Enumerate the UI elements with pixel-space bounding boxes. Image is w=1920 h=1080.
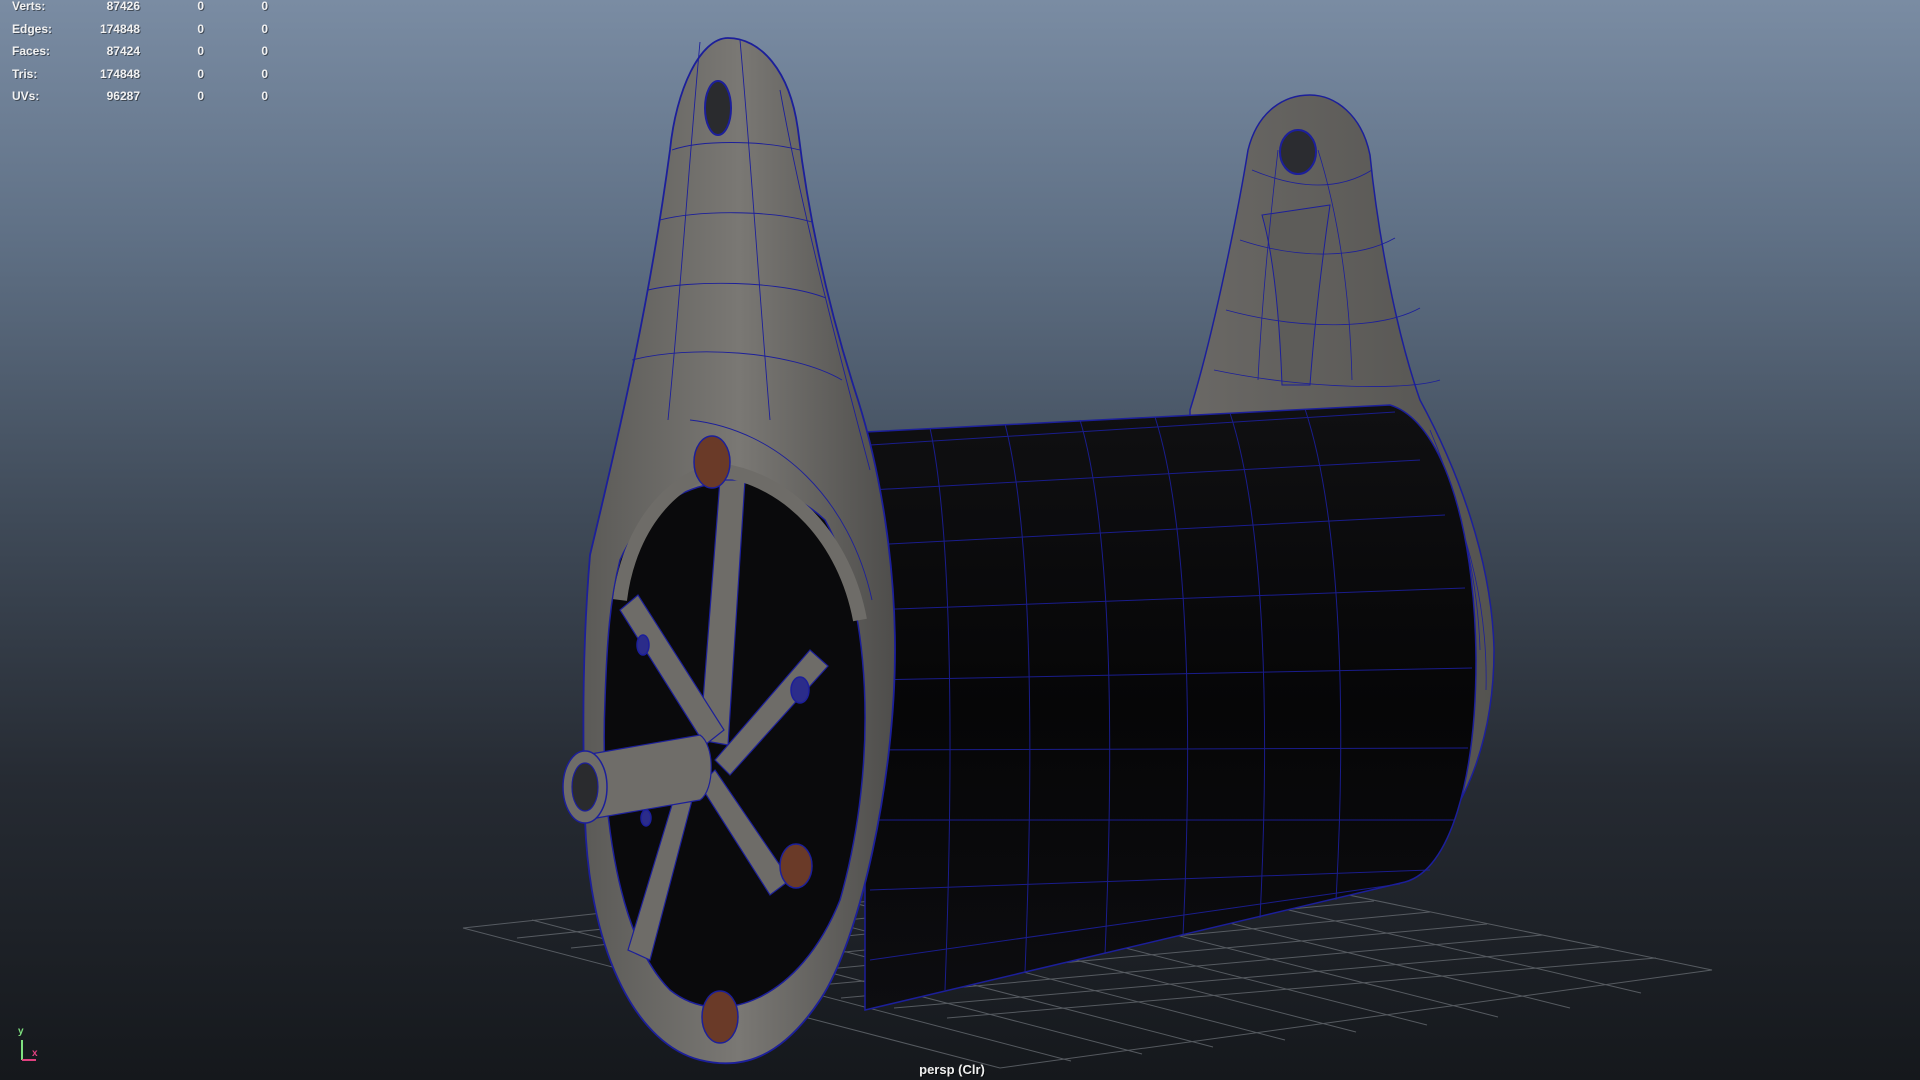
- hud-value-selected: 0: [197, 44, 204, 59]
- axis-y-label: y: [18, 1026, 24, 1037]
- hud-value-total: 96287: [106, 89, 140, 104]
- poly-count-hud: Verts: 87426 0 0 Edges: 174848 0 0 Faces…: [12, 0, 272, 113]
- hud-label: UVs:: [12, 89, 40, 104]
- hud-value-total: 174848: [99, 21, 140, 36]
- hud-value-components: 0: [261, 21, 268, 36]
- hud-label: Edges:: [12, 21, 53, 36]
- hud-row-tris: Tris: 174848 0 0: [12, 66, 272, 91]
- hud-value-total: 174848: [99, 66, 140, 81]
- hud-row-uvs: UVs: 96287 0 0: [12, 90, 272, 113]
- hud-value-selected: 0: [197, 0, 204, 13]
- viewport-persp[interactable]: Verts: 87426 0 0 Edges: 174848 0 0 Faces…: [0, 0, 1920, 1080]
- axis-x-label: x: [32, 1048, 38, 1059]
- hud-value-total: 87424: [106, 44, 140, 59]
- front-mounting-plate: [562, 37, 896, 1065]
- hud-value-components: 0: [261, 89, 268, 104]
- hud-row-edges: Edges: 174848 0 0: [12, 21, 272, 46]
- hud-label: Faces:: [12, 44, 51, 59]
- camera-name-label: persp (Clr): [919, 1062, 985, 1077]
- hud-label: Tris:: [12, 66, 38, 81]
- hud-row-verts: Verts: 87426 0 0: [12, 0, 272, 23]
- hud-value-selected: 0: [197, 89, 204, 104]
- axis-gizmo-icon: y x: [12, 1024, 52, 1064]
- hud-value-components: 0: [261, 0, 268, 13]
- scene-canvas[interactable]: [0, 0, 1920, 1080]
- hud-value-components: 0: [261, 66, 268, 81]
- hud-value-components: 0: [261, 44, 268, 59]
- hud-value-selected: 0: [197, 66, 204, 81]
- hud-value-selected: 0: [197, 21, 204, 36]
- hud-value-total: 87426: [106, 0, 140, 13]
- motor-cylinder: [864, 404, 1477, 1011]
- hud-label: Verts:: [12, 0, 46, 13]
- hud-row-faces: Faces: 87424 0 0: [12, 45, 272, 68]
